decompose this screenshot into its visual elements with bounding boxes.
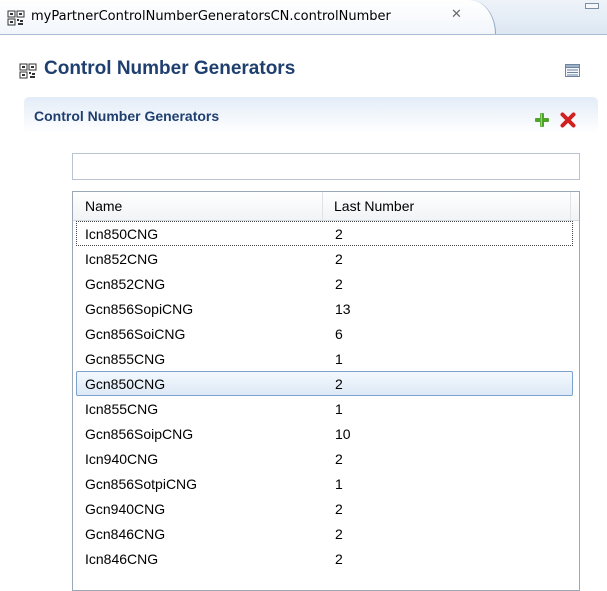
cell-last-number: 2	[335, 551, 343, 567]
close-icon[interactable]: ✕	[451, 7, 462, 22]
cell-last-number: 1	[335, 401, 343, 417]
cell-last-number: 2	[335, 251, 343, 267]
cell-name: Gcn846CNG	[85, 526, 166, 542]
table-row[interactable]: Gcn856SotpiCNG 1	[73, 471, 579, 496]
table-row[interactable]: Icn850CNG 2	[76, 221, 573, 246]
editor-tab[interactable]: myPartnerControlNumberGeneratorsCN.contr…	[0, 0, 496, 34]
cell-name: Gcn856SotpiCNG	[85, 476, 198, 492]
table-row[interactable]: Icn940CNG 2	[73, 446, 579, 471]
cell-name: Gcn940CNG	[85, 501, 166, 517]
section-header: Control Number Generators	[24, 97, 598, 137]
cell-last-number: 2	[335, 226, 343, 242]
section-title: Control Number Generators	[34, 108, 220, 124]
cell-name: Icn940CNG	[85, 451, 159, 467]
table-header: Name Last Number	[73, 192, 579, 221]
table-row[interactable]: Gcn856SoiCNG 6	[73, 321, 579, 346]
cell-last-number: 10	[335, 426, 351, 442]
table-row[interactable]: Gcn856SopiCNG 13	[73, 296, 579, 321]
table-row[interactable]: Gcn846CNG 2	[73, 521, 579, 546]
page-title: Control Number Generators	[44, 58, 296, 79]
table-row[interactable]: Icn852CNG 2	[73, 246, 579, 271]
delete-icon[interactable]	[560, 112, 576, 128]
cell-name: Icn852CNG	[85, 251, 159, 267]
grid-icon	[19, 63, 37, 83]
table-body: Icn850CNG 2 Icn852CNG 2 Gcn852CNG 2 Gcn856Sopi…	[73, 221, 579, 571]
cell-name: Icn850CNG	[85, 226, 159, 242]
cell-last-number: 2	[335, 276, 343, 292]
filter-input[interactable]	[72, 153, 580, 180]
cell-name: Gcn856SoiCNG	[85, 326, 186, 342]
table-row[interactable]: Gcn850CNG 2	[76, 371, 573, 396]
column-header-last-number[interactable]: Last Number	[323, 192, 571, 220]
editor-tab-strip: myPartnerControlNumberGeneratorsCN.contr…	[0, 0, 607, 35]
table-row[interactable]: Icn855CNG 1	[73, 396, 579, 421]
table-row[interactable]: Gcn856SoipCNG 10	[73, 421, 579, 446]
cell-last-number: 1	[335, 476, 343, 492]
cell-name: Icn855CNG	[85, 401, 159, 417]
column-header-name[interactable]: Name	[73, 192, 323, 220]
cell-last-number: 13	[335, 301, 351, 317]
table-row[interactable]: Gcn852CNG 2	[73, 271, 579, 296]
cell-last-number: 2	[335, 376, 343, 392]
table-row[interactable]: Icn846CNG 2	[73, 546, 579, 571]
grid-icon	[7, 10, 25, 30]
form-header: Control Number Generators	[0, 35, 607, 91]
cell-name: Gcn852CNG	[85, 276, 166, 292]
cell-name: Gcn856SopiCNG	[85, 301, 194, 317]
cell-last-number: 1	[335, 351, 343, 367]
minimize-button[interactable]	[585, 3, 599, 9]
cell-name: Gcn856SoipCNG	[85, 426, 194, 442]
add-icon[interactable]	[534, 112, 550, 128]
cell-last-number: 2	[335, 451, 343, 467]
table-row[interactable]: Gcn855CNG 1	[73, 346, 579, 371]
table-row[interactable]: Gcn940CNG 2	[73, 496, 579, 521]
view-menu-icon[interactable]	[565, 64, 580, 81]
cell-name: Gcn850CNG	[85, 376, 166, 392]
cell-last-number: 2	[335, 501, 343, 517]
cell-name: Gcn855CNG	[85, 351, 166, 367]
generators-table: Name Last Number Icn850CNG 2 Icn852CNG 2 Gcn…	[72, 191, 580, 591]
cell-name: Icn846CNG	[85, 551, 159, 567]
cell-last-number: 6	[335, 326, 343, 342]
editor-tab-title: myPartnerControlNumberGeneratorsCN.contr…	[31, 9, 391, 24]
cell-last-number: 2	[335, 526, 343, 542]
